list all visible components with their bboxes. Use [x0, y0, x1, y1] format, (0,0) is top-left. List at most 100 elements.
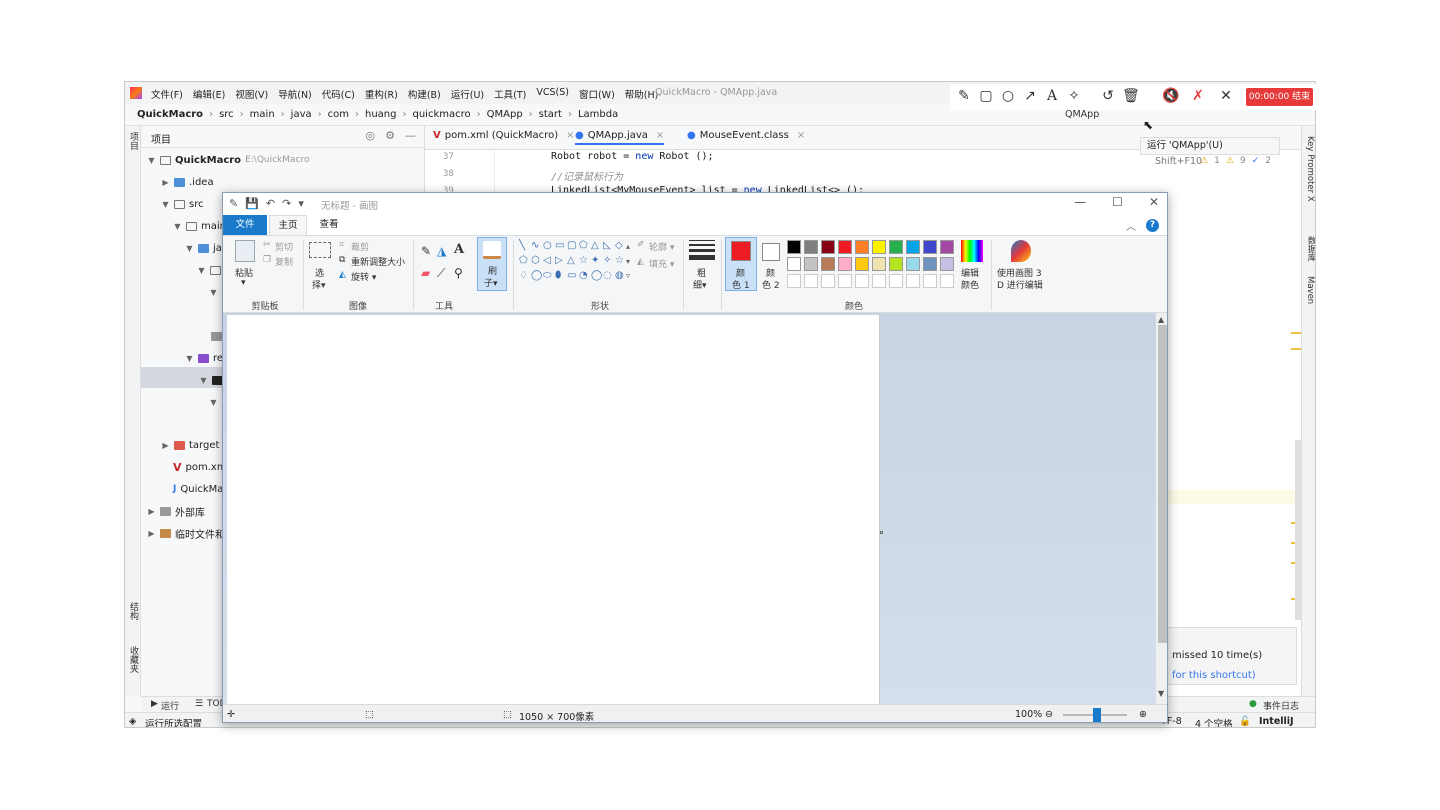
custom-color-slot[interactable] — [923, 274, 937, 288]
custom-color-slot[interactable] — [821, 274, 835, 288]
undo-icon[interactable]: ↺ — [1100, 88, 1116, 104]
shape-option-icon[interactable]: ╲ — [519, 240, 525, 251]
maximize-icon[interactable]: ☐ — [1112, 195, 1123, 209]
tool-tab-maven[interactable]: Maven — [1305, 276, 1315, 304]
size-label-line2[interactable]: 细▾ — [693, 278, 707, 291]
project-panel-title[interactable]: 项目 — [151, 131, 171, 146]
tab-run[interactable]: 运行 — [161, 699, 179, 712]
locate-icon[interactable]: ◎ — [366, 129, 376, 142]
text-icon[interactable]: A — [1044, 88, 1060, 104]
shape-option-icon[interactable]: ▢ — [567, 240, 576, 251]
notification-balloon[interactable]: missed 10 time(s) for this shortcut) — [1155, 627, 1297, 685]
shape-option-icon[interactable]: △ — [567, 255, 575, 266]
close-icon[interactable]: ✕ — [1149, 195, 1159, 209]
shape-option-icon[interactable]: ▷ — [555, 255, 563, 266]
tree-item-class[interactable] — [211, 326, 222, 346]
shape-option-icon[interactable]: ◯ — [531, 270, 542, 281]
shape-option-icon[interactable]: ◁ — [543, 255, 551, 266]
color-swatch[interactable] — [923, 257, 937, 271]
tool-tab-favorites[interactable]: 收藏夹 — [127, 646, 140, 673]
tree-item-target[interactable]: ▶ target — [161, 435, 219, 455]
expand-arrow-icon[interactable]: ▼ — [199, 376, 208, 385]
gallery-down-icon[interactable]: ▾ — [626, 257, 630, 266]
tool-tab-database[interactable]: 数据库 — [1305, 236, 1315, 262]
breadcrumb-item[interactable]: java — [291, 109, 312, 120]
tree-item-src[interactable]: ▼ src — [161, 194, 203, 214]
shape-option-icon[interactable]: ✦ — [591, 255, 599, 266]
status-theme[interactable]: IntelliJ Ligh — [1259, 716, 1315, 727]
shape-option-icon[interactable]: ◍ — [615, 270, 624, 281]
undo-icon[interactable]: ↶ — [266, 197, 275, 210]
menu-item[interactable]: 构建(B) — [408, 87, 441, 101]
color-swatch[interactable] — [787, 257, 801, 271]
color-swatch[interactable] — [821, 257, 835, 271]
tab-pom[interactable]: V pom.xml (QuickMacro) × — [433, 130, 575, 141]
color-swatch[interactable] — [940, 257, 954, 271]
breadcrumb-item[interactable]: com — [328, 109, 349, 120]
tool-tab-project[interactable]: 项目 — [127, 132, 140, 150]
settings-icon[interactable]: ⚙ — [385, 129, 395, 142]
clipboard-icon[interactable] — [235, 240, 255, 262]
color-picker-icon[interactable]: ⟋ — [437, 266, 445, 281]
color-swatch[interactable] — [855, 257, 869, 271]
edit-colors-icon[interactable] — [961, 240, 983, 262]
shape-option-icon[interactable]: ⬡ — [531, 255, 540, 266]
expand-arrow-icon[interactable]: ▼ — [197, 266, 206, 275]
shape-option-icon[interactable]: ◌ — [603, 270, 612, 281]
custom-color-slot[interactable] — [872, 274, 886, 288]
collapse-ribbon-icon[interactable]: ︿ — [1126, 218, 1136, 233]
color-swatch[interactable] — [872, 240, 886, 254]
lock-icon[interactable]: 🔓 — [1239, 716, 1251, 727]
size-lines-icon[interactable] — [689, 240, 715, 262]
zoom-out-icon[interactable]: ⊖ — [1045, 709, 1053, 720]
custom-color-slot[interactable] — [804, 274, 818, 288]
shape-option-icon[interactable]: ○ — [543, 240, 552, 251]
shape-option-icon[interactable]: ∿ — [531, 240, 539, 251]
menu-item[interactable]: 编辑(E) — [193, 87, 225, 101]
tab-qmapp[interactable]: ● QMApp.java × — [575, 130, 665, 145]
scroll-up-icon[interactable]: ▲ — [1158, 315, 1164, 324]
eraser-icon[interactable]: ▰ — [421, 266, 430, 280]
code-line[interactable]: Robot robot = new Robot (); — [551, 151, 714, 162]
menu-item[interactable]: 代码(C) — [322, 87, 355, 101]
scrollbar-thumb[interactable] — [1158, 325, 1167, 643]
menu-item[interactable]: 帮助(H) — [625, 87, 659, 101]
shape-option-icon[interactable]: ◔ — [579, 270, 588, 281]
notification-link[interactable]: for this shortcut) — [1172, 670, 1256, 681]
color-swatch[interactable] — [889, 240, 903, 254]
collapse-arrow-icon[interactable]: ▶ — [147, 507, 156, 516]
dropdown-arrow-icon[interactable]: ▾ — [241, 278, 246, 288]
tree-item-res-child[interactable]: ▼ — [199, 370, 223, 390]
resize-button[interactable]: 重新调整大小 — [351, 255, 405, 268]
tree-item-external-libs[interactable]: ▶ 外部库 — [147, 501, 205, 521]
tree-item-main[interactable]: ▼ main — [173, 216, 226, 236]
tool-tab-key-promoter[interactable]: Key Promoter X — [1305, 136, 1315, 202]
minimize-icon[interactable]: — — [405, 129, 416, 142]
menu-item[interactable]: VCS(S) — [536, 87, 569, 101]
tab-mouseevent[interactable]: ● MouseEvent.class × — [687, 130, 805, 141]
menu-item[interactable]: 导航(N) — [278, 87, 312, 101]
color-swatch[interactable] — [906, 257, 920, 271]
todo-icon[interactable]: ☰ — [195, 699, 203, 709]
tree-item-subpackage[interactable]: ▼ — [209, 282, 218, 302]
scroll-down-icon[interactable]: ▼ — [1158, 689, 1164, 698]
expand-arrow-icon[interactable]: ▼ — [161, 200, 170, 209]
tool-tab-structure[interactable]: 结构 — [127, 602, 140, 620]
magnifier-icon[interactable]: ⚲ — [454, 266, 463, 280]
arrow-icon[interactable]: ↗ — [1022, 88, 1038, 104]
zoom-slider-thumb[interactable] — [1093, 708, 1101, 722]
color-swatch[interactable] — [889, 257, 903, 271]
shape-option-icon[interactable]: ⬮ — [555, 270, 561, 281]
fill-bucket-icon[interactable]: ◮ — [437, 244, 446, 258]
resize-handle[interactable] — [880, 531, 883, 534]
shape-option-icon[interactable]: ▭ — [567, 270, 576, 281]
magic-icon[interactable]: ✧ — [1066, 88, 1082, 104]
menu-item[interactable]: 窗口(W) — [579, 87, 615, 101]
paint-app-icon[interactable]: ✎ — [229, 197, 238, 210]
custom-color-slot[interactable] — [838, 274, 852, 288]
paint3d-icon[interactable] — [1011, 240, 1031, 262]
breadcrumb-item[interactable]: src — [219, 109, 234, 120]
select-label-line2[interactable]: 择▾ — [312, 278, 326, 291]
scroll-marker[interactable] — [1291, 348, 1301, 350]
color-swatch[interactable] — [906, 240, 920, 254]
